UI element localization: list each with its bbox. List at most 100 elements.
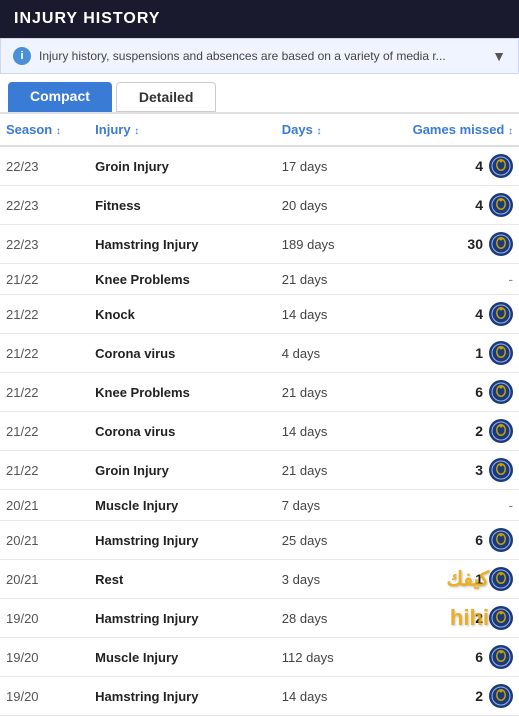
club-icon: [489, 645, 513, 669]
injury-value: Fitness: [89, 186, 276, 225]
table-row: 21/22 Groin Injury 21 days 3: [0, 451, 519, 490]
injury-value: Groin Injury: [89, 146, 276, 186]
injury-value: Rest: [89, 560, 276, 599]
games-cell: 2: [369, 412, 519, 451]
table-row: 22/23 Hamstring Injury 189 days 30: [0, 225, 519, 264]
table-row: 20/21 Muscle Injury 7 days -: [0, 490, 519, 521]
games-cell: كيفك 1: [369, 560, 519, 599]
table-row: 19/20 Hamstring Injury 14 days 2: [0, 677, 519, 716]
header-title: INJURY HISTORY: [14, 10, 160, 27]
table-row: 20/21 Hamstring Injury 25 days 6: [0, 521, 519, 560]
table-header-row: Season ↕ Injury ↕ Days ↕ Games missed ↕: [0, 114, 519, 146]
games-cell: 1: [369, 334, 519, 373]
season-value: 21/22: [0, 373, 89, 412]
days-value: 4 days: [276, 334, 369, 373]
days-value: 21 days: [276, 451, 369, 490]
injury-value: Knock: [89, 295, 276, 334]
chevron-down-icon[interactable]: ▼: [492, 48, 506, 64]
season-value: 21/22: [0, 264, 89, 295]
table-row: 22/23 Fitness 20 days 4: [0, 186, 519, 225]
info-bar: i Injury history, suspensions and absenc…: [0, 38, 519, 74]
games-cell: 6: [369, 638, 519, 677]
injury-value: Corona virus: [89, 412, 276, 451]
season-value: 22/23: [0, 225, 89, 264]
days-value: 28 days: [276, 599, 369, 638]
games-cell: hihi 2: [369, 599, 519, 638]
club-icon: [489, 528, 513, 552]
col-injury[interactable]: Injury ↕: [89, 114, 276, 146]
sort-icon-days: ↕: [317, 126, 322, 137]
info-icon: i: [13, 47, 31, 65]
col-days[interactable]: Days ↕: [276, 114, 369, 146]
injury-value: Hamstring Injury: [89, 599, 276, 638]
season-value: 22/23: [0, 186, 89, 225]
season-value: 21/22: [0, 412, 89, 451]
injury-value: Corona virus: [89, 334, 276, 373]
games-cell: -: [369, 264, 519, 295]
season-value: 22/23: [0, 146, 89, 186]
col-games[interactable]: Games missed ↕: [369, 114, 519, 146]
table-row: 20/21 Rest 3 days كيفك 1: [0, 560, 519, 599]
days-value: 14 days: [276, 412, 369, 451]
table-wrap: Season ↕ Injury ↕ Days ↕ Games missed ↕: [0, 114, 519, 716]
games-cell: 3: [369, 451, 519, 490]
table-row: 21/22 Knee Problems 21 days -: [0, 264, 519, 295]
table-row: 21/22 Corona virus 14 days 2: [0, 412, 519, 451]
days-value: 14 days: [276, 295, 369, 334]
injury-value: Hamstring Injury: [89, 225, 276, 264]
days-value: 17 days: [276, 146, 369, 186]
club-icon: [489, 232, 513, 256]
table-row: 21/22 Knee Problems 21 days 6: [0, 373, 519, 412]
injury-value: Knee Problems: [89, 264, 276, 295]
table-row: 21/22 Corona virus 4 days 1: [0, 334, 519, 373]
season-value: 19/20: [0, 599, 89, 638]
club-icon: [489, 419, 513, 443]
season-value: 19/20: [0, 677, 89, 716]
season-value: 21/22: [0, 295, 89, 334]
club-icon: [489, 154, 513, 178]
tab-compact[interactable]: Compact: [8, 82, 112, 112]
tabs: Compact Detailed: [0, 74, 519, 114]
season-value: 21/22: [0, 451, 89, 490]
sort-icon-injury: ↕: [134, 126, 139, 137]
club-icon: [489, 193, 513, 217]
table-row: 21/22 Knock 14 days 4: [0, 295, 519, 334]
club-icon: [489, 567, 513, 591]
info-text: Injury history, suspensions and absences…: [39, 49, 484, 63]
injury-value: Hamstring Injury: [89, 677, 276, 716]
injury-value: Knee Problems: [89, 373, 276, 412]
games-cell: 2: [369, 677, 519, 716]
days-value: 25 days: [276, 521, 369, 560]
days-value: 21 days: [276, 373, 369, 412]
sort-icon-games: ↕: [508, 126, 513, 137]
season-value: 21/22: [0, 334, 89, 373]
injury-value: Muscle Injury: [89, 638, 276, 677]
days-value: 112 days: [276, 638, 369, 677]
days-value: 20 days: [276, 186, 369, 225]
injury-value: Muscle Injury: [89, 490, 276, 521]
games-cell: 6: [369, 521, 519, 560]
tab-detailed[interactable]: Detailed: [116, 82, 216, 112]
season-value: 20/21: [0, 560, 89, 599]
games-cell: 4: [369, 186, 519, 225]
season-value: 20/21: [0, 490, 89, 521]
club-icon: [489, 458, 513, 482]
header: INJURY HISTORY: [0, 0, 519, 38]
days-value: 189 days: [276, 225, 369, 264]
season-value: 19/20: [0, 638, 89, 677]
games-cell: 4: [369, 295, 519, 334]
table-row: 19/20 Muscle Injury 112 days 6: [0, 638, 519, 677]
club-icon: [489, 380, 513, 404]
club-icon: [489, 341, 513, 365]
season-value: 20/21: [0, 521, 89, 560]
games-cell: 30: [369, 225, 519, 264]
games-cell: 4: [369, 146, 519, 186]
col-season[interactable]: Season ↕: [0, 114, 89, 146]
sort-icon-season: ↕: [56, 126, 61, 137]
club-icon: [489, 302, 513, 326]
club-icon: [489, 606, 513, 630]
table-row: 19/20 Hamstring Injury 28 days hihi 2: [0, 599, 519, 638]
days-value: 21 days: [276, 264, 369, 295]
days-value: 3 days: [276, 560, 369, 599]
days-value: 14 days: [276, 677, 369, 716]
